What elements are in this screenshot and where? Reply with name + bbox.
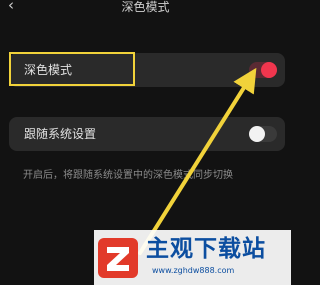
watermark: 主观下载站 www.zghdw888.com [94, 230, 291, 285]
watermark-url: www.zghdw888.com [152, 266, 235, 275]
watermark-name: 主观下载站 [146, 236, 266, 262]
watermark-logo-icon [98, 238, 138, 278]
